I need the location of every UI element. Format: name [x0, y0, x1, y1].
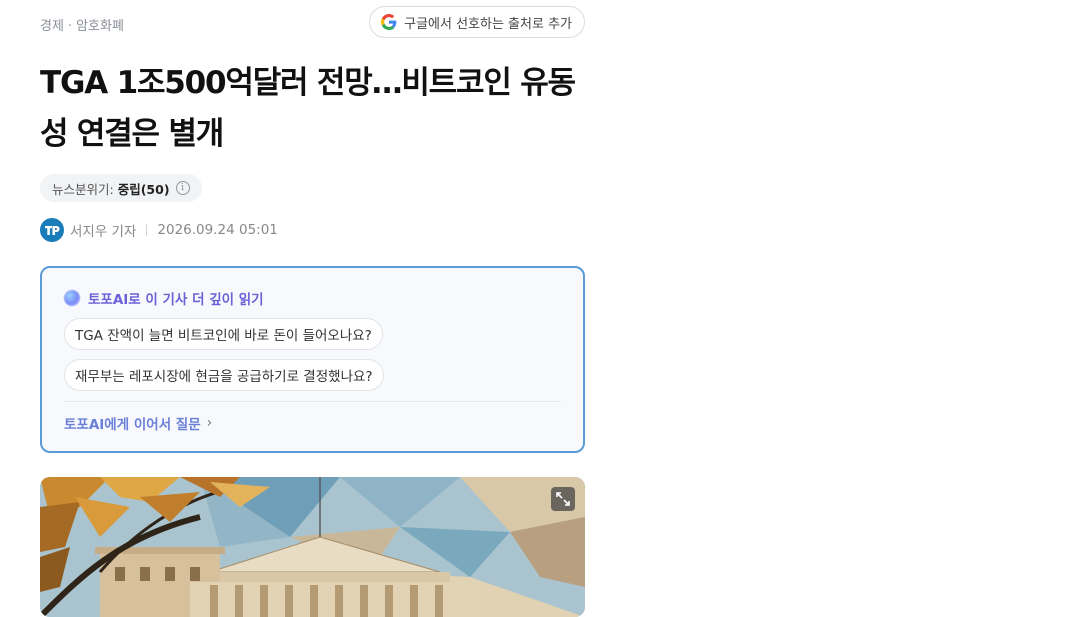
news-sentiment-chip[interactable]: 뉴스분위기: 중립(50) i [40, 174, 202, 202]
article-headline: TGA 1조500억달러 전망…비트코인 유동성 연결은 별개 [40, 65, 576, 152]
ai-panel-title: 토포AI로 이 기사 더 깊이 읽기 [64, 288, 264, 308]
ai-suggested-question[interactable]: TGA 잔액이 늘면 비트코인에 바로 돈이 들어오나요? [64, 318, 383, 350]
chevron-right-icon: › [206, 415, 213, 431]
info-icon[interactable]: i [175, 181, 190, 195]
publish-datetime: 2026.09.24 05:01 [157, 221, 278, 238]
sentiment-label: 뉴스분위기: [52, 181, 114, 197]
breadcrumb-subsection[interactable]: 암호화폐 [76, 19, 124, 34]
ai-follow-up-label: 토포AI에게 이어서 질문 [64, 417, 201, 433]
ai-panel-divider [64, 401, 561, 402]
reporter-avatar[interactable] [40, 217, 64, 242]
byline-divider [146, 223, 148, 236]
ai-deep-read-panel: 토포AI로 이 기사 더 깊이 읽기 TGA 잔액이 늘면 비트코인에 바로 돈… [40, 266, 585, 453]
add-preferred-source-button[interactable]: 구글에서 선호하는 출처로 추가 [369, 6, 585, 38]
sentiment-value: 중립(50) [117, 181, 170, 197]
breadcrumb-section[interactable]: 경제 [40, 19, 64, 34]
breadcrumb: 경제 · 암호화폐 [40, 15, 124, 34]
breadcrumb-separator: · [67, 19, 73, 34]
article-top-row: 경제 · 암호화폐 구글에서 선호하는 출처로 추가 [40, 6, 585, 40]
treasury-building-illustration [40, 477, 585, 617]
expand-icon [556, 492, 570, 506]
ai-suggested-question[interactable]: 재무부는 레포시장에 현금을 공급하기로 결정했나요? [64, 359, 384, 391]
google-g-icon [381, 14, 397, 30]
add-preferred-source-label: 구글에서 선호하는 출처로 추가 [404, 16, 572, 32]
reporter-avatar-logo-icon [45, 225, 60, 235]
ai-panel-title-text: 토포AI로 이 기사 더 깊이 읽기 [88, 292, 264, 308]
article-hero-image[interactable] [40, 477, 585, 617]
byline: 서지우 기자 2026.09.24 05:01 [40, 217, 278, 242]
reporter-name[interactable]: 서지우 기자 [70, 220, 136, 240]
expand-image-button[interactable] [551, 487, 575, 511]
ai-logo-icon [64, 290, 80, 306]
ai-follow-up-link[interactable]: 토포AI에게 이어서 질문 › [64, 413, 212, 433]
